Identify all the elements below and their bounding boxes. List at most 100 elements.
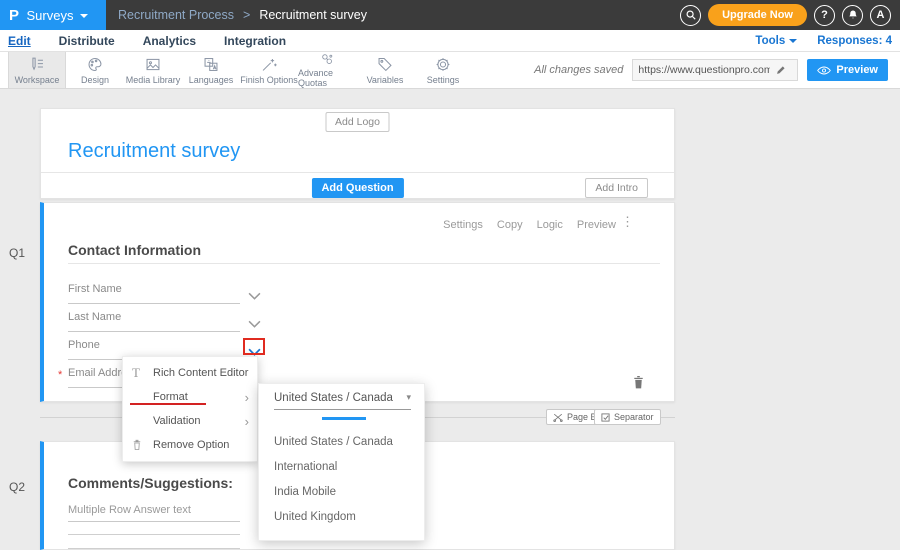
menu-item-remove-option[interactable]: Remove Option [123,433,257,457]
menu-item-label: Validation [153,415,201,427]
field-first-name[interactable]: First Name [68,283,240,304]
format-option-us-canada[interactable]: United States / Canada [274,436,393,448]
rich-text-icon: T [132,365,153,381]
toolbar-label: Media Library [126,75,181,85]
separator-icon [601,413,610,422]
toolbar-workspace[interactable]: Workspace [8,52,66,88]
tab-analytics[interactable]: Analytics [143,34,196,48]
toolbar-design[interactable]: Design [66,52,124,88]
kebab-menu-icon[interactable]: ⋮ [621,215,634,228]
magic-wand-icon [260,56,278,73]
gear-icon [434,56,452,73]
top-navbar: P Surveys Recruitment Process > Recruitm… [0,0,900,30]
preview-label: Preview [836,64,878,76]
responses-link[interactable]: Responses: 4 [817,35,892,47]
palette-icon [86,56,104,73]
menu-item-validation[interactable]: Validation › [123,409,257,433]
menu-item-label: Remove Option [153,439,229,451]
help-button[interactable]: ? [814,5,835,26]
breadcrumb-separator: > [243,8,250,22]
question-title[interactable]: Comments/Suggestions: [68,475,233,491]
trash-icon [132,439,153,451]
question-settings-link[interactable]: Settings [443,219,483,231]
submenu-active-indicator [322,417,366,420]
topbar-actions: Upgrade Now ? A [680,4,900,26]
toolbar-label: Advance Quotas [298,68,356,88]
toolbar-languages[interactable]: Languages [182,52,240,88]
delete-question-icon[interactable] [632,375,645,395]
questionpro-logo: P [9,7,20,24]
preview-button[interactable]: Preview [807,59,888,81]
answer-line [68,534,240,535]
survey-header-card: Add Logo Recruitment survey Add Question… [40,108,675,199]
save-status: All changes saved [534,64,623,76]
tab-distribute[interactable]: Distribute [59,34,115,48]
eye-icon [817,66,831,75]
format-option-international[interactable]: International [274,461,337,473]
question-logic-link[interactable]: Logic [537,219,563,231]
field-last-name[interactable]: Last Name [68,311,240,332]
format-option-united-kingdom[interactable]: United Kingdom [274,511,356,523]
toolbar-advance-quotas[interactable]: Advance Quotas [298,52,356,88]
survey-title[interactable]: Recruitment survey [68,140,240,163]
tools-menu[interactable]: Tools [755,35,797,47]
tag-icon [376,56,394,73]
translate-icon [202,56,220,73]
image-icon [144,56,162,73]
question-title[interactable]: Contact Information [68,242,201,258]
upgrade-now-button[interactable]: Upgrade Now [708,4,807,26]
notifications-button[interactable] [842,5,863,26]
product-menu[interactable]: P Surveys [0,0,106,30]
add-intro-button[interactable]: Add Intro [585,178,648,198]
bell-icon [847,9,859,21]
menu-item-label: Rich Content Editor [153,367,248,379]
add-question-button[interactable]: Add Question [311,178,403,198]
survey-url-box [632,59,798,81]
separator-button[interactable]: Separator [594,409,661,425]
menu-item-rich-content-editor[interactable]: T Rich Content Editor [123,361,257,385]
search-button[interactable] [680,5,701,26]
submenu-arrow-icon: › [245,390,249,405]
question-number-q2: Q2 [9,480,25,494]
toolbar-label: Finish Options [240,75,298,85]
answer-line [68,548,240,549]
question-copy-link[interactable]: Copy [497,219,523,231]
menu-item-label: Format [153,391,188,403]
tools-label: Tools [755,35,785,47]
tab-integration[interactable]: Integration [224,34,286,48]
add-logo-button[interactable]: Add Logo [325,112,390,132]
multi-row-answer-placeholder[interactable]: Multiple Row Answer text [68,504,240,522]
product-menu-label: Surveys [27,8,74,23]
pencil-icon[interactable] [775,64,787,76]
tabrow-right: Tools Responses: 4 [755,35,900,47]
submenu-arrow-icon: › [245,414,249,429]
breadcrumb-parent[interactable]: Recruitment Process [118,8,234,22]
question-number-q1: Q1 [9,246,25,260]
toolbar-label: Design [81,75,109,85]
avatar[interactable]: A [870,5,891,26]
search-icon [685,9,697,21]
phone-chevron-annotation-box [243,338,265,355]
question-actions: Settings Copy Logic Preview [443,219,616,231]
required-marker: * [58,369,62,381]
field-dropdown-chevron[interactable] [248,315,261,333]
survey-url-input[interactable] [633,64,775,76]
menu-item-format[interactable]: Format › [123,385,257,409]
toolbar-finish-options[interactable]: Finish Options [240,52,298,88]
toolbar-variables[interactable]: Variables [356,52,414,88]
chevron-down-icon [789,39,797,43]
toolbar-label: Settings [427,75,460,85]
format-select[interactable]: United States / Canada ▾ [274,392,411,410]
toolbar-label: Languages [189,75,234,85]
format-option-india-mobile[interactable]: India Mobile [274,486,336,498]
field-dropdown-chevron[interactable] [248,287,261,305]
toolbar-right: All changes saved Preview [534,52,900,88]
separator-label: Separator [614,412,654,422]
question-preview-link[interactable]: Preview [577,219,616,231]
toolbar-media-library[interactable]: Media Library [124,52,182,88]
row-context-menu: T Rich Content Editor Format › Validatio… [122,356,258,462]
toolbar-settings[interactable]: Settings [414,52,472,88]
main-tab-bar: Edit Distribute Analytics Integration To… [0,30,900,52]
toolbar-label: Workspace [15,75,60,85]
tab-edit[interactable]: Edit [8,34,31,48]
